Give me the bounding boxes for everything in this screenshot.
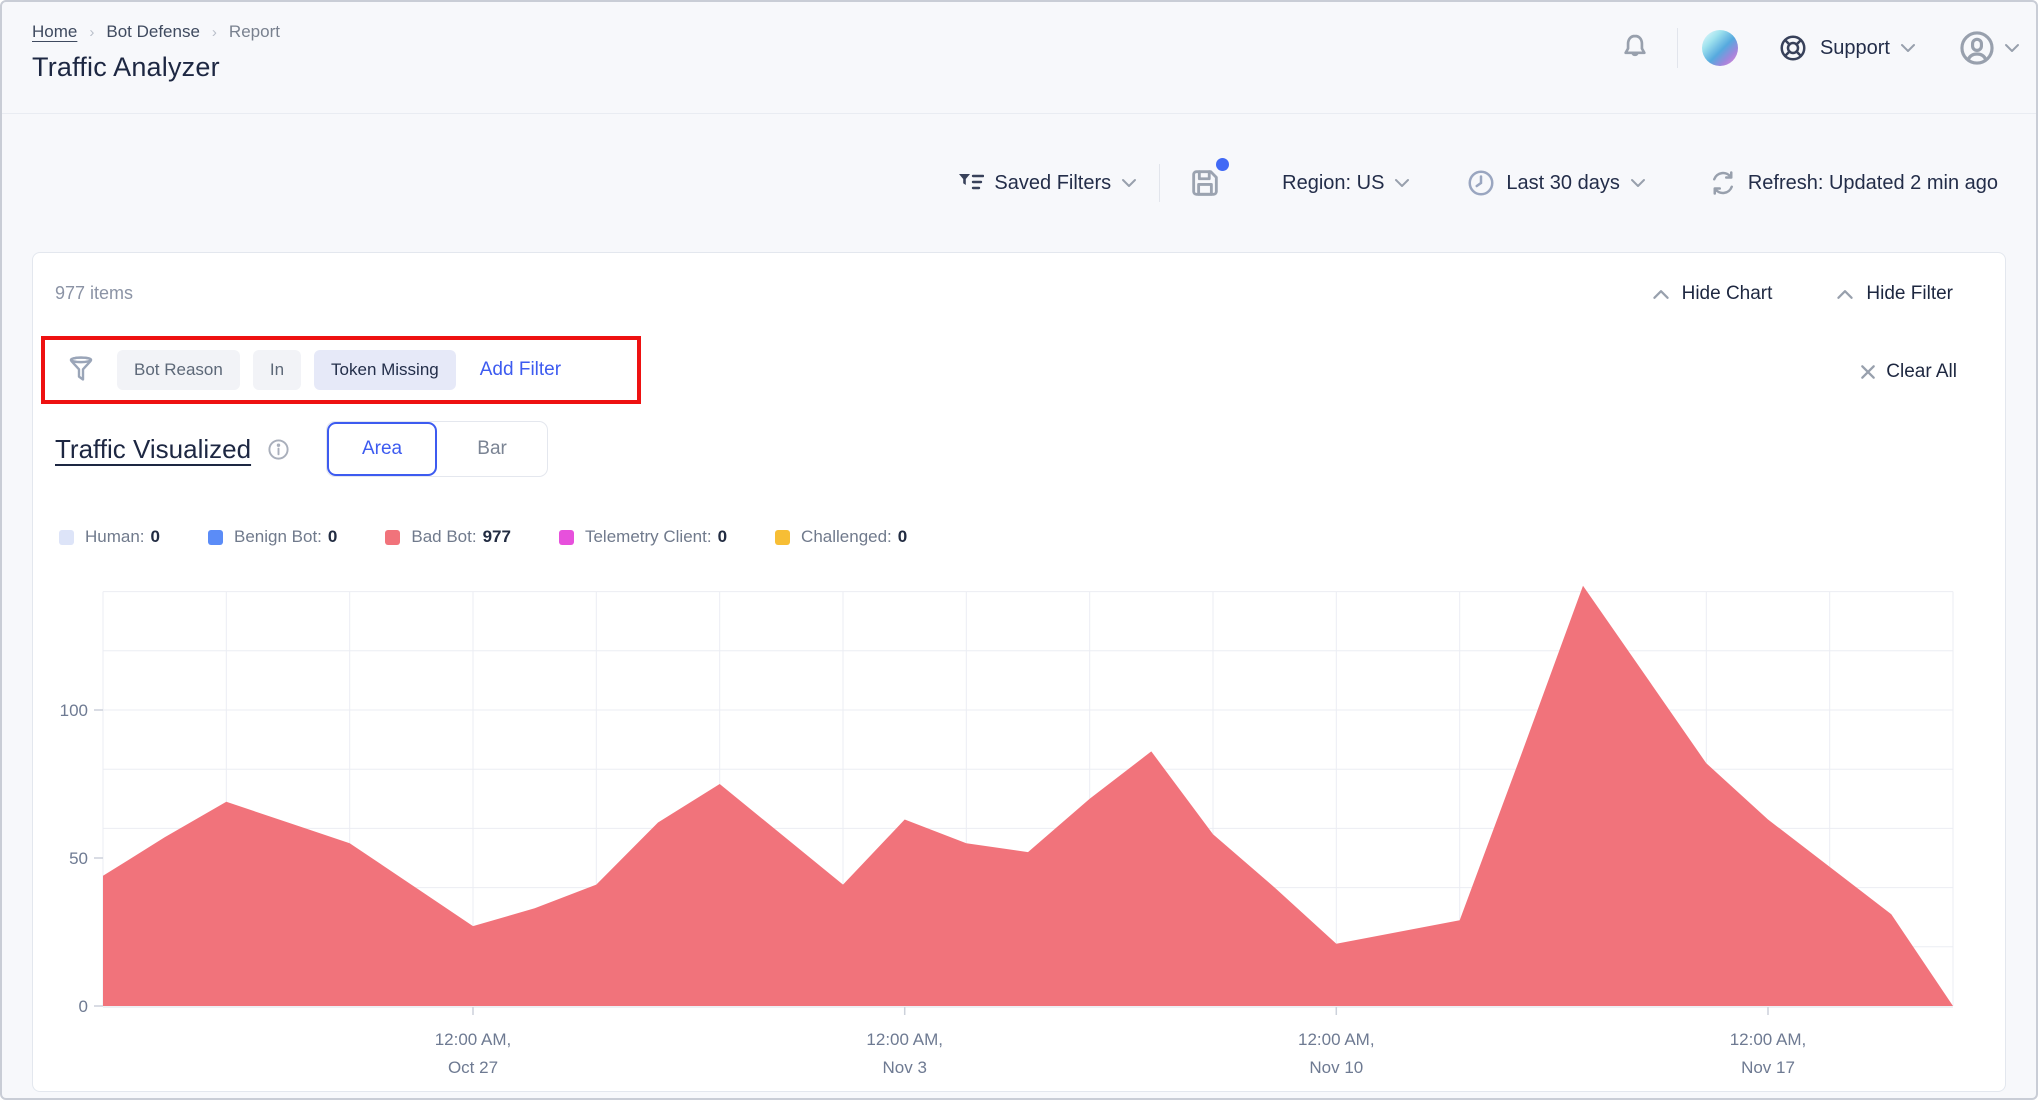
chevron-down-icon: [2004, 43, 2020, 53]
legend-value: 0: [151, 527, 160, 547]
user-icon: [1958, 29, 1996, 67]
traffic-chart: 0 50 100 12:00 AM, Oct 27 12:00 AM, Nov 3 12:00…: [33, 571, 2009, 1093]
info-icon[interactable]: [267, 438, 290, 461]
hide-chart-label: Hide Chart: [1682, 283, 1773, 305]
breadcrumb-bot-defense[interactable]: Bot Defense: [106, 22, 200, 42]
support-label: Support: [1820, 37, 1890, 60]
chevron-down-icon: [1394, 178, 1410, 188]
assistant-avatar[interactable]: [1702, 30, 1738, 66]
report-card: 977 items Hide Chart Hide Filter: [32, 252, 2006, 1092]
chart-section-header: Traffic Visualized Area Bar: [55, 421, 548, 477]
chart-type-toggle: Area Bar: [326, 421, 548, 477]
legend-item-bad-bot: Bad Bot: 977: [385, 527, 511, 547]
svg-text:12:00 AM,: 12:00 AM,: [435, 1030, 512, 1049]
clear-all-button[interactable]: Clear All: [1860, 361, 1957, 383]
notification-dot: [1216, 158, 1229, 171]
toggle-area-button[interactable]: Area: [327, 422, 437, 476]
chevron-down-icon: [1900, 43, 1916, 53]
svg-text:100: 100: [60, 701, 88, 720]
chevron-down-icon: [1630, 178, 1646, 188]
time-range-label: Last 30 days: [1506, 172, 1619, 195]
add-filter-button[interactable]: Add Filter: [480, 359, 561, 381]
report-toolbar: Saved Filters Region: US: [2, 114, 2036, 252]
hide-chart-button[interactable]: Hide Chart: [1652, 283, 1773, 305]
bell-icon[interactable]: [1619, 32, 1651, 64]
refresh-icon: [1708, 168, 1738, 198]
legend-swatch-bad-bot: [385, 530, 400, 545]
toolbar-divider: [1159, 164, 1160, 202]
filter-field-chip[interactable]: Bot Reason: [117, 350, 240, 390]
app-window: Home › Bot Defense › Report Traffic Anal…: [0, 0, 2038, 1100]
header-actions: Support: [1619, 28, 2020, 68]
breadcrumb-separator: ›: [89, 24, 94, 41]
legend-swatch-benign-bot: [208, 530, 223, 545]
svg-text:12:00 AM,: 12:00 AM,: [1730, 1030, 1807, 1049]
legend-label: Challenged:: [801, 527, 892, 547]
section-title[interactable]: Traffic Visualized: [55, 434, 251, 465]
svg-text:Oct 27: Oct 27: [448, 1058, 498, 1077]
close-icon: [1860, 364, 1876, 380]
time-range-dropdown[interactable]: Last 30 days: [1466, 168, 1645, 198]
filter-list-icon: [958, 172, 984, 194]
items-count: 977 items: [55, 283, 133, 304]
saved-filters-dropdown[interactable]: Saved Filters: [958, 172, 1137, 195]
filter-value-chip[interactable]: Token Missing: [314, 350, 456, 390]
legend-swatch-telemetry-client: [559, 530, 574, 545]
header-divider: [1677, 28, 1678, 68]
traffic-chart-area: 0 50 100 12:00 AM, Oct 27 12:00 AM, Nov 3 12:00…: [33, 571, 2005, 1093]
region-dropdown[interactable]: Region: US: [1282, 172, 1410, 195]
legend-value: 977: [483, 527, 511, 547]
chevron-down-icon: [1121, 178, 1137, 188]
svg-text:50: 50: [69, 849, 88, 868]
legend-item-benign-bot: Benign Bot: 0: [208, 527, 337, 547]
svg-text:Nov 10: Nov 10: [1309, 1058, 1363, 1077]
view-toggles: Hide Chart Hide Filter: [1652, 283, 1953, 305]
legend-label: Bad Bot:: [411, 527, 476, 547]
breadcrumb-report: Report: [229, 22, 280, 42]
legend-label: Benign Bot:: [234, 527, 322, 547]
legend-value: 0: [328, 527, 337, 547]
clock-icon: [1466, 168, 1496, 198]
hide-filter-button[interactable]: Hide Filter: [1836, 283, 1953, 305]
saved-filters-label: Saved Filters: [994, 172, 1111, 195]
svg-text:0: 0: [79, 997, 88, 1016]
filter-bar-annotation: Bot Reason In Token Missing Add Filter: [41, 336, 641, 404]
refresh-label: Refresh: Updated 2 min ago: [1748, 172, 1998, 195]
legend-label: Human:: [85, 527, 145, 547]
chevron-up-icon: [1836, 289, 1854, 300]
legend-value: 0: [718, 527, 727, 547]
breadcrumb: Home › Bot Defense › Report: [32, 22, 280, 42]
breadcrumb-home[interactable]: Home: [32, 22, 77, 42]
page-title: Traffic Analyzer: [32, 52, 220, 83]
filter-operator-chip[interactable]: In: [253, 350, 301, 390]
svg-text:Nov 17: Nov 17: [1741, 1058, 1795, 1077]
page-header: Home › Bot Defense › Report Traffic Anal…: [2, 2, 2036, 114]
breadcrumb-separator: ›: [212, 24, 217, 41]
chevron-up-icon: [1652, 289, 1670, 300]
svg-text:12:00 AM,: 12:00 AM,: [1298, 1030, 1375, 1049]
account-menu[interactable]: [1958, 29, 2020, 67]
legend-item-challenged: Challenged: 0: [775, 527, 907, 547]
toggle-bar-button[interactable]: Bar: [437, 422, 547, 476]
legend-item-telemetry-client: Telemetry Client: 0: [559, 527, 727, 547]
legend-item-human: Human: 0: [59, 527, 160, 547]
chart-legend: Human: 0 Benign Bot: 0 Bad Bot: 977 Tele…: [59, 527, 907, 547]
clear-all-label: Clear All: [1886, 361, 1957, 383]
svg-text:Nov 3: Nov 3: [882, 1058, 926, 1077]
legend-label: Telemetry Client:: [585, 527, 712, 547]
legend-swatch-challenged: [775, 530, 790, 545]
region-label: Region: US: [1282, 172, 1384, 195]
legend-value: 0: [898, 527, 907, 547]
svg-text:12:00 AM,: 12:00 AM,: [866, 1030, 943, 1049]
save-filter-button[interactable]: [1188, 166, 1222, 200]
funnel-icon: [65, 354, 97, 386]
refresh-button[interactable]: Refresh: Updated 2 min ago: [1708, 168, 1998, 198]
hide-filter-label: Hide Filter: [1866, 283, 1953, 305]
legend-swatch-human: [59, 530, 74, 545]
life-ring-icon: [1778, 33, 1808, 63]
support-menu[interactable]: Support: [1778, 33, 1916, 63]
